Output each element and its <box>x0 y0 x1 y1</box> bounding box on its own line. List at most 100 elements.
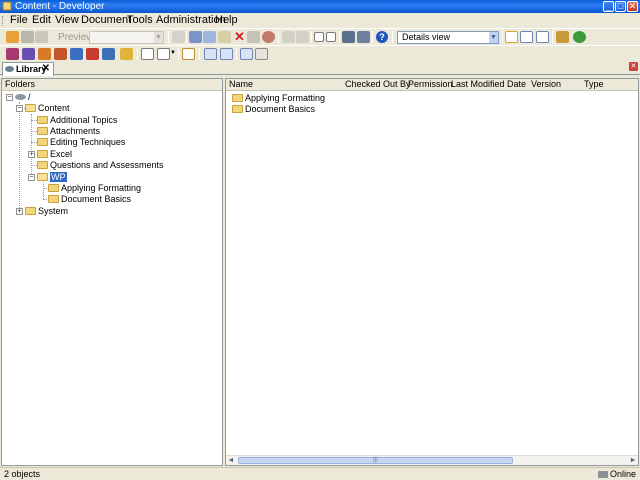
cut-icon[interactable] <box>189 31 202 43</box>
undo-icon[interactable] <box>282 31 295 43</box>
check-out-icon[interactable] <box>220 48 233 60</box>
expand-icon[interactable] <box>314 32 324 42</box>
tree-expander-root[interactable]: − <box>6 94 13 101</box>
maximize-button[interactable]: □ <box>615 1 626 12</box>
preview-select[interactable]: ▼ <box>89 31 164 44</box>
folder-icon <box>37 138 48 146</box>
folder-icon <box>37 116 48 124</box>
menu-document[interactable]: Document <box>81 14 131 27</box>
check-in-icon[interactable] <box>204 48 217 60</box>
scroll-right-icon[interactable]: ► <box>628 456 638 465</box>
menu-help[interactable]: Help <box>215 14 238 27</box>
edit-icon[interactable] <box>182 48 195 60</box>
chevron-down-icon[interactable]: ▼ <box>170 50 176 56</box>
tree-node-label: / <box>28 92 31 102</box>
close-tab-icon[interactable]: ✕ <box>42 63 50 75</box>
properties-icon[interactable] <box>172 31 185 43</box>
preview-button[interactable]: Preview <box>43 31 94 44</box>
redo-icon[interactable] <box>296 31 309 43</box>
export-icon[interactable] <box>255 48 268 60</box>
close-panel-icon[interactable]: ✕ <box>629 62 638 71</box>
save-icon[interactable] <box>21 31 34 43</box>
record-icon[interactable] <box>157 48 170 60</box>
view-select[interactable]: Details view ▼ <box>397 31 499 44</box>
list-item[interactable]: Applying Formatting <box>232 93 325 104</box>
web-page-icon[interactable] <box>54 48 67 60</box>
package-icon[interactable] <box>70 48 83 60</box>
menubar-grip[interactable] <box>2 16 4 26</box>
tree-node-questions-and-assessments[interactable]: Questions and Assessments <box>37 160 164 171</box>
tree-node-attachments[interactable]: Attachments <box>37 126 100 137</box>
menu-tools[interactable]: Tools <box>127 14 153 27</box>
tree-expander-content[interactable]: − <box>16 105 23 112</box>
paste-icon[interactable] <box>218 31 231 43</box>
menu-file[interactable]: File <box>10 14 28 27</box>
horizontal-scrollbar[interactable]: ◄ ||| ► <box>226 455 638 465</box>
column-header-permission[interactable]: Permission <box>408 79 453 90</box>
collapse-icon[interactable] <box>326 32 336 42</box>
list-item[interactable]: Document Basics <box>232 104 315 115</box>
tree-node-applying-formatting[interactable]: Applying Formatting <box>48 183 141 194</box>
minimize-button[interactable]: _ <box>603 1 614 12</box>
column-header-name[interactable]: Name <box>229 79 253 90</box>
role-icon[interactable] <box>102 48 115 60</box>
find-icon[interactable] <box>262 31 275 43</box>
close-button[interactable]: ✕ <box>627 1 638 12</box>
tree-node-system[interactable]: System <box>25 206 68 217</box>
filter-icon[interactable] <box>357 31 370 43</box>
folder-icon <box>37 127 48 135</box>
details-view-icon[interactable] <box>505 31 518 43</box>
assessment-icon[interactable] <box>141 48 154 60</box>
tree-node-root[interactable]: / <box>15 92 31 103</box>
folder-icon <box>232 94 243 102</box>
question-icon[interactable] <box>120 48 133 60</box>
binoculars-icon[interactable] <box>342 31 355 43</box>
glossary-icon[interactable] <box>86 48 99 60</box>
toolbar-separator <box>392 31 393 43</box>
tree-node-document-basics[interactable]: Document Basics <box>48 194 131 205</box>
tree-node-editing-techniques[interactable]: Editing Techniques <box>37 137 125 148</box>
column-header-last-modified-date[interactable]: Last Modified Date <box>451 79 526 90</box>
toolbar-separator <box>178 48 179 60</box>
scroll-left-icon[interactable]: ◄ <box>226 456 236 465</box>
toolbar-separator <box>339 31 340 43</box>
topic-icon[interactable] <box>38 48 51 60</box>
tree-node-wp[interactable]: WP <box>37 172 67 183</box>
toolbar-separator <box>502 31 503 43</box>
column-header-type[interactable]: Type <box>584 79 604 90</box>
object-count: 2 objects <box>4 469 41 479</box>
rename-icon[interactable] <box>247 31 260 43</box>
menu-edit[interactable]: Edit <box>32 14 51 27</box>
column-header-checked-out-by[interactable]: Checked Out By <box>345 79 411 90</box>
scroll-thumb[interactable]: ||| <box>238 457 513 464</box>
document-toolbar: ▼ <box>0 45 640 61</box>
module-icon[interactable] <box>6 48 19 60</box>
new-icon[interactable] <box>6 31 19 43</box>
tab-library[interactable]: Library ✕ <box>2 62 54 76</box>
refresh-icon[interactable] <box>573 31 586 43</box>
app-icon <box>2 1 12 11</box>
tree-node-content[interactable]: Content <box>25 103 70 114</box>
help-icon[interactable]: ? <box>376 31 388 43</box>
delete-icon[interactable]: ✕ <box>233 30 246 43</box>
tree-expander-wp[interactable]: − <box>28 174 35 181</box>
copy-icon[interactable] <box>203 31 216 43</box>
link-icon[interactable] <box>556 31 569 43</box>
tree-line <box>31 114 32 178</box>
list-view-icon[interactable] <box>520 31 533 43</box>
status-bar: 2 objects Online <box>0 467 640 480</box>
main-toolbar: Preview ▼ ✕ ? Details view ▼ <box>0 28 640 45</box>
tree-node-additional-topics[interactable]: Additional Topics <box>37 115 117 126</box>
section-icon[interactable] <box>22 48 35 60</box>
tree-node-excel[interactable]: Excel <box>37 149 72 160</box>
tree-expander-system[interactable]: + <box>16 208 23 215</box>
split-view-icon[interactable] <box>536 31 549 43</box>
menu-view[interactable]: View <box>55 14 79 27</box>
publish-icon[interactable] <box>240 48 253 60</box>
tree-expander-excel[interactable]: + <box>28 151 35 158</box>
column-header-version[interactable]: Version <box>531 79 561 90</box>
toolbar-separator <box>199 48 200 60</box>
folders-header: Folders <box>2 79 222 91</box>
tree-node-label: Editing Techniques <box>50 137 126 147</box>
chevron-down-icon: ▼ <box>154 32 163 43</box>
